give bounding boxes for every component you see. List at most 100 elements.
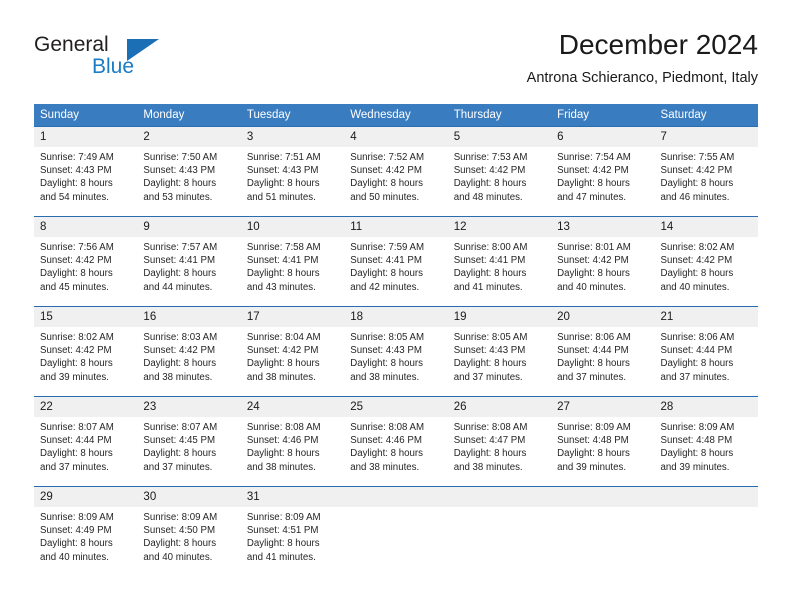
daylight-text-line1: Daylight: 8 hours [453, 448, 527, 460]
day-cell[interactable]: 11 Sunrise: 7:59 AM Sunset: 4:41 PM Dayligh… [344, 216, 448, 307]
day-cell[interactable]: 9 Sunrise: 7:57 AM Sunset: 4:41 PM Daylight… [137, 216, 241, 307]
day-number: 20 [551, 307, 655, 327]
daylight-text-line1: Daylight: 8 hours [557, 178, 630, 190]
day-cell[interactable]: 4 Sunrise: 7:52 AM Sunset: 4:42 PM Daylight… [344, 126, 448, 217]
day-cell[interactable]: 8 Sunrise: 7:56 AM Sunset: 4:42 PM Daylight… [34, 216, 138, 307]
sunset-text: Sunset: 4:44 PM [660, 345, 733, 357]
sunset-text: Sunset: 4:41 PM [350, 255, 422, 267]
daylight-text-line2: and 38 minutes. [246, 461, 316, 473]
day-cell[interactable]: 25 Sunrise: 8:08 AM Sunset: 4:46 PM Dayligh… [344, 396, 448, 487]
day-info: Sunrise: 7:49 AM Sunset: 4:43 PM Daylight:… [34, 147, 137, 204]
day-cell[interactable]: 31 Sunrise: 8:09 AM Sunset: 4:51 PM Dayligh… [240, 486, 345, 576]
day-cell[interactable]: 23 Sunrise: 8:07 AM Sunset: 4:45 PM Dayligh… [137, 396, 241, 487]
sunrise-text: Sunrise: 7:54 AM [557, 152, 631, 163]
day-number [447, 487, 552, 507]
sunset-text: Sunset: 4:42 PM [660, 165, 733, 177]
daylight-text-line1: Daylight: 8 hours [557, 358, 630, 370]
day-number: 18 [344, 307, 448, 327]
day-cell[interactable]: 28 Sunrise: 8:09 AM Sunset: 4:48 PM Dayligh… [654, 396, 758, 487]
sunrise-text: Sunrise: 7:53 AM [453, 152, 528, 163]
daylight-text-line2: and 39 minutes. [660, 461, 730, 473]
sunrise-text: Sunrise: 8:07 AM [40, 422, 114, 433]
day-cell[interactable]: 7 Sunrise: 7:55 AM Sunset: 4:42 PM Daylight… [654, 126, 758, 217]
day-cell[interactable]: 3 Sunrise: 7:51 AM Sunset: 4:43 PM Daylight… [240, 126, 345, 217]
daylight-text-line1: Daylight: 8 hours [557, 448, 630, 460]
day-info: Sunrise: 8:03 AM Sunset: 4:42 PM Daylight:… [137, 327, 240, 384]
daylight-text-line1: Daylight: 8 hours [246, 448, 320, 460]
day-number: 23 [137, 397, 241, 417]
daylight-text-line2: and 38 minutes. [350, 461, 420, 473]
sunrise-text: Sunrise: 7:58 AM [246, 242, 321, 253]
day-cell[interactable]: 17 Sunrise: 8:04 AM Sunset: 4:42 PM Dayligh… [240, 306, 345, 397]
day-number: 30 [137, 487, 241, 507]
sunrise-text: Sunrise: 8:03 AM [143, 332, 218, 343]
day-cell[interactable]: 26 Sunrise: 8:08 AM Sunset: 4:47 PM Dayligh… [447, 396, 552, 487]
day-info: Sunrise: 7:59 AM Sunset: 4:41 PM Daylight:… [344, 237, 447, 294]
daylight-text-line2: and 39 minutes. [40, 371, 109, 383]
day-info: Sunrise: 8:02 AM Sunset: 4:42 PM Daylight:… [655, 237, 758, 294]
day-cell[interactable]: 22 Sunrise: 8:07 AM Sunset: 4:44 PM Dayligh… [34, 396, 138, 487]
sunset-text: Sunset: 4:48 PM [660, 435, 733, 447]
day-cell[interactable]: 15 Sunrise: 8:02 AM Sunset: 4:42 PM Dayligh… [34, 306, 138, 397]
week-row: 15 Sunrise: 8:02 AM Sunset: 4:42 PM Dayligh… [34, 306, 758, 397]
day-cell[interactable]: 6 Sunrise: 7:54 AM Sunset: 4:42 PM Daylight… [551, 126, 655, 217]
day-cell[interactable]: 10 Sunrise: 7:58 AM Sunset: 4:41 PM Dayligh… [240, 216, 345, 307]
page-header: General Blue December 2024 Antrona Schie… [0, 0, 792, 100]
sunset-text: Sunset: 4:44 PM [557, 345, 629, 357]
day-cell-empty [654, 486, 758, 576]
day-cell[interactable]: 30 Sunrise: 8:09 AM Sunset: 4:50 PM Dayligh… [137, 486, 241, 576]
sunrise-text: Sunrise: 7:55 AM [660, 152, 735, 163]
day-cell[interactable]: 20 Sunrise: 8:06 AM Sunset: 4:44 PM Dayligh… [551, 306, 655, 397]
day-number: 9 [137, 217, 241, 237]
sunset-text: Sunset: 4:43 PM [143, 165, 216, 177]
daylight-text-line2: and 51 minutes. [246, 191, 316, 203]
day-cell[interactable]: 13 Sunrise: 8:01 AM Sunset: 4:42 PM Dayligh… [551, 216, 655, 307]
day-info: Sunrise: 7:51 AM Sunset: 4:43 PM Daylight:… [241, 147, 344, 204]
sunrise-text: Sunrise: 7:57 AM [143, 242, 218, 253]
sunset-text: Sunset: 4:44 PM [40, 435, 112, 447]
day-cell[interactable]: 27 Sunrise: 8:09 AM Sunset: 4:48 PM Dayligh… [551, 396, 655, 487]
daylight-text-line1: Daylight: 8 hours [40, 268, 113, 280]
day-cell[interactable]: 14 Sunrise: 8:02 AM Sunset: 4:42 PM Dayligh… [654, 216, 758, 307]
daylight-text-line1: Daylight: 8 hours [557, 268, 630, 280]
day-cell[interactable]: 2 Sunrise: 7:50 AM Sunset: 4:43 PM Daylight… [137, 126, 241, 217]
sunset-text: Sunset: 4:42 PM [40, 255, 112, 267]
week-row: 8 Sunrise: 7:56 AM Sunset: 4:42 PM Daylight… [34, 216, 758, 307]
sunrise-text: Sunrise: 8:07 AM [143, 422, 218, 433]
day-info: Sunrise: 8:07 AM Sunset: 4:44 PM Daylight:… [34, 417, 137, 474]
day-info: Sunrise: 8:07 AM Sunset: 4:45 PM Daylight:… [137, 417, 240, 474]
day-cell[interactable]: 12 Sunrise: 8:00 AM Sunset: 4:41 PM Dayligh… [447, 216, 552, 307]
day-cell[interactable]: 29 Sunrise: 8:09 AM Sunset: 4:49 PM Dayligh… [34, 486, 138, 576]
sunset-text: Sunset: 4:42 PM [453, 165, 526, 177]
daylight-text-line2: and 38 minutes. [350, 371, 420, 383]
day-number: 10 [240, 217, 345, 237]
calendar-page: General Blue December 2024 Antrona Schie… [0, 0, 792, 612]
daylight-text-line2: and 46 minutes. [660, 191, 730, 203]
day-info: Sunrise: 7:54 AM Sunset: 4:42 PM Daylight:… [551, 147, 654, 204]
sunset-text: Sunset: 4:51 PM [246, 525, 319, 537]
week-row: 22 Sunrise: 8:07 AM Sunset: 4:44 PM Dayligh… [34, 396, 758, 487]
daylight-text-line2: and 53 minutes. [143, 191, 213, 203]
daylight-text-line1: Daylight: 8 hours [40, 538, 113, 550]
day-cell[interactable]: 18 Sunrise: 8:05 AM Sunset: 4:43 PM Dayligh… [344, 306, 448, 397]
day-cell[interactable]: 1 Sunrise: 7:49 AM Sunset: 4:43 PM Daylight… [34, 126, 138, 217]
day-number: 14 [654, 217, 758, 237]
page-title: December 2024 [558, 29, 758, 60]
daylight-text-line1: Daylight: 8 hours [246, 538, 320, 550]
day-cell[interactable]: 5 Sunrise: 7:53 AM Sunset: 4:42 PM Daylight… [447, 126, 552, 217]
day-info: Sunrise: 8:08 AM Sunset: 4:46 PM Daylight:… [344, 417, 447, 474]
sunset-text: Sunset: 4:46 PM [350, 435, 422, 447]
day-number: 16 [137, 307, 241, 327]
generalblue-logo[interactable]: General Blue [34, 33, 214, 83]
daylight-text-line1: Daylight: 8 hours [143, 268, 217, 280]
sunrise-text: Sunrise: 8:05 AM [453, 332, 528, 343]
day-cell[interactable]: 16 Sunrise: 8:03 AM Sunset: 4:42 PM Dayligh… [137, 306, 241, 397]
day-info: Sunrise: 8:08 AM Sunset: 4:47 PM Daylight:… [448, 417, 551, 474]
day-cell[interactable]: 19 Sunrise: 8:05 AM Sunset: 4:43 PM Dayligh… [447, 306, 552, 397]
day-cell[interactable]: 24 Sunrise: 8:08 AM Sunset: 4:46 PM Dayligh… [240, 396, 345, 487]
daylight-text-line2: and 41 minutes. [246, 551, 316, 563]
day-cell[interactable]: 21 Sunrise: 8:06 AM Sunset: 4:44 PM Dayligh… [654, 306, 758, 397]
weekday-header-friday: Friday [551, 104, 655, 127]
daylight-text-line1: Daylight: 8 hours [246, 268, 320, 280]
daylight-text-line2: and 40 minutes. [557, 281, 627, 293]
